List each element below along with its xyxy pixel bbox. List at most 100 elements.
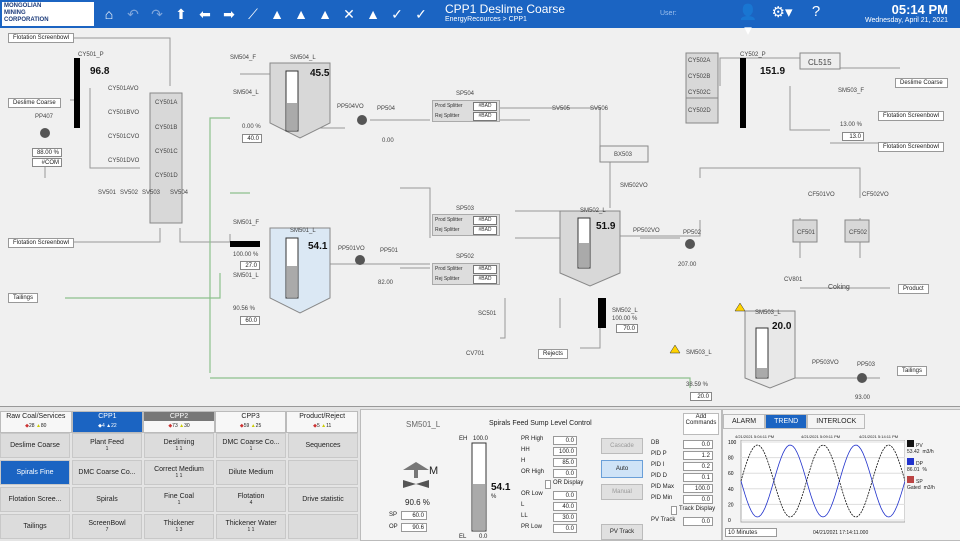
- cy501d-label[interactable]: CY501D: [155, 173, 178, 179]
- sv504-label[interactable]: SV504: [170, 190, 188, 196]
- tab-interlock[interactable]: INTERLOCK: [807, 414, 866, 429]
- tuning-value[interactable]: 0.0: [683, 440, 713, 449]
- cy502c-label[interactable]: CY502C: [688, 90, 711, 96]
- manual-button[interactable]: Manual: [601, 484, 643, 500]
- pp504-label[interactable]: PP504: [377, 106, 395, 112]
- tab-cpp1[interactable]: CPP1 ◆4 ▲22: [71, 411, 144, 433]
- sm502l-setpoint[interactable]: 70.0: [616, 324, 638, 333]
- sp504-label[interactable]: SP504: [456, 91, 474, 97]
- tuning-value[interactable]: 0.2: [683, 462, 713, 471]
- flotation-screenbowl-outlet[interactable]: Flotation Screenbowl: [8, 238, 75, 248]
- pp501-label[interactable]: PP501: [380, 248, 398, 254]
- limit-value[interactable]: 85.0: [553, 458, 577, 467]
- pp501vo-label[interactable]: PP501VO: [338, 246, 365, 252]
- tab-product-reject[interactable]: Product/Reject ◆5 ▲11: [286, 411, 358, 433]
- add-commands-button[interactable]: Add Commands: [683, 413, 719, 435]
- alarm-icon[interactable]: ▲: [266, 3, 288, 25]
- sm503f-label[interactable]: SM503_F: [838, 88, 864, 94]
- sm504f-label[interactable]: SM504_F: [230, 55, 256, 61]
- cf501vo-label[interactable]: CF501VO: [808, 192, 835, 198]
- nav-spirals[interactable]: Spirals: [72, 487, 142, 512]
- sm501f-label[interactable]: SM501_F: [233, 220, 259, 226]
- alarm-suppress-icon[interactable]: ✕: [338, 3, 360, 25]
- pp502vo-label[interactable]: PP502VO: [633, 228, 660, 234]
- sp503-splitter[interactable]: Prod Splitter #BAD Rej Splitter #BAD: [432, 214, 500, 236]
- rejects-outlet[interactable]: Rejects: [538, 349, 569, 359]
- pv-track-button[interactable]: PV Track: [601, 524, 643, 540]
- sv506-label[interactable]: SV506: [590, 106, 608, 112]
- cf502-label[interactable]: CF502: [849, 230, 867, 236]
- sm501l-controller-label[interactable]: SM501_L: [233, 273, 259, 279]
- cv701-label[interactable]: CV701: [466, 351, 484, 357]
- cy501b-label[interactable]: CY501B: [155, 125, 177, 131]
- sp-input[interactable]: 60.0: [401, 511, 427, 520]
- nav-dmc-coarse-2[interactable]: DMC Coarse Co...: [72, 460, 142, 485]
- tuning-value[interactable]: 0.0: [683, 517, 713, 526]
- sm501f-setpoint[interactable]: 27.0: [240, 261, 260, 270]
- auto-button[interactable]: Auto: [601, 460, 643, 478]
- cl515-label[interactable]: CL515: [808, 58, 832, 67]
- legend-item[interactable]: SP Gated m3/h: [907, 476, 957, 491]
- deslime-coarse-inlet[interactable]: Deslime Coarse: [8, 98, 61, 108]
- sm502l-label[interactable]: SM502_L: [580, 208, 606, 214]
- up-arrow-icon[interactable]: ⬆: [170, 3, 192, 25]
- trend-range-select[interactable]: 10 Minutes: [725, 528, 777, 537]
- cascade-button[interactable]: Cascade: [601, 438, 643, 454]
- back-icon[interactable]: ↶: [122, 3, 144, 25]
- tab-cpp3[interactable]: CPP3 ◆59 ▲25: [214, 411, 287, 433]
- nav-drive-statistic[interactable]: Drive statistic: [288, 487, 358, 512]
- flotation-screenbowl-inlet[interactable]: Flotation Screenbowl: [8, 33, 75, 43]
- cf502vo-label[interactable]: CF502VO: [862, 192, 889, 198]
- sm503l-controller-label[interactable]: SM503_L: [686, 350, 712, 356]
- nav-thickener[interactable]: Thickener 1 3: [144, 514, 214, 539]
- alarm-summary-icon[interactable]: ▲: [362, 3, 384, 25]
- tuning-value[interactable]: 100.0: [683, 484, 713, 493]
- sm502vo-label[interactable]: SM502VO: [620, 183, 648, 189]
- tab-trend[interactable]: TREND: [765, 414, 808, 429]
- nav-sequences[interactable]: Sequences: [288, 433, 358, 458]
- sm503f-setpoint[interactable]: 13.0: [842, 132, 864, 141]
- nav-correct-medium[interactable]: Correct Medium 1 1: [144, 460, 214, 485]
- sv501-label[interactable]: SV501: [98, 190, 116, 196]
- limit-value[interactable]: 0.0: [553, 491, 577, 500]
- tailings-inlet[interactable]: Tailings: [8, 293, 39, 303]
- cy502a-label[interactable]: CY502A: [688, 58, 710, 64]
- nav-plant-feed[interactable]: Plant Feed 1: [72, 433, 142, 458]
- track-display-checkbox[interactable]: [671, 506, 677, 515]
- alarm-shelve-icon[interactable]: ▲: [314, 3, 336, 25]
- trend-chart[interactable]: 100 80 60 40 20 0: [727, 440, 905, 526]
- sp504-splitter[interactable]: Prod Splitter #BAD Rej Splitter #BAD: [432, 100, 500, 122]
- nav-flotation[interactable]: Flotation 4: [216, 487, 286, 512]
- cy501a-label[interactable]: CY501A: [155, 100, 177, 106]
- home-icon[interactable]: ⌂: [98, 3, 120, 25]
- flotation-screenbowl-outlet-3[interactable]: Flotation Screenbowl: [878, 142, 945, 152]
- nav-dmc-coarse-1[interactable]: DMC Coarse Co... 1: [216, 433, 286, 458]
- pp504vo-label[interactable]: PP504VO: [337, 104, 364, 110]
- sm502l-controller-label[interactable]: SM502_L: [612, 308, 638, 314]
- tailings-outlet[interactable]: Tailings: [897, 366, 928, 376]
- tuning-value[interactable]: 1.2: [683, 451, 713, 460]
- sv503-label[interactable]: SV503: [142, 190, 160, 196]
- pp503-label[interactable]: PP503: [857, 362, 875, 368]
- limit-value[interactable]: 40.0: [553, 502, 577, 511]
- limit-value[interactable]: 100.0: [553, 447, 577, 456]
- alarm-history-icon[interactable]: ▲: [290, 3, 312, 25]
- sm503l-setpoint[interactable]: 20.0: [690, 392, 712, 401]
- sm504l-controller-label[interactable]: SM504_L: [233, 90, 259, 96]
- sv505-label[interactable]: SV505: [552, 106, 570, 112]
- cy502p-label[interactable]: CY502_P: [740, 52, 766, 58]
- cy502b-label[interactable]: CY502B: [688, 74, 710, 80]
- forward-icon[interactable]: ↷: [146, 3, 168, 25]
- trend-icon[interactable]: ⟋: [242, 3, 264, 25]
- nav-desliming[interactable]: Desliming 1 1: [144, 433, 214, 458]
- limit-value[interactable]: 0.0: [553, 524, 577, 533]
- sp502-label[interactable]: SP502: [456, 254, 474, 260]
- tuning-value[interactable]: 0.0: [683, 495, 713, 504]
- sc501-label[interactable]: SC501: [478, 311, 496, 317]
- breadcrumb[interactable]: EnergyRecources > CPP1: [445, 16, 527, 23]
- sm503l-label[interactable]: SM503_L: [755, 310, 781, 316]
- sv502-label[interactable]: SV502: [120, 190, 138, 196]
- legend-item[interactable]: DP 86.01%: [907, 458, 957, 473]
- cy501avo-label[interactable]: CY501AVO: [108, 86, 139, 92]
- sm501l-setpoint[interactable]: 60.0: [240, 316, 260, 325]
